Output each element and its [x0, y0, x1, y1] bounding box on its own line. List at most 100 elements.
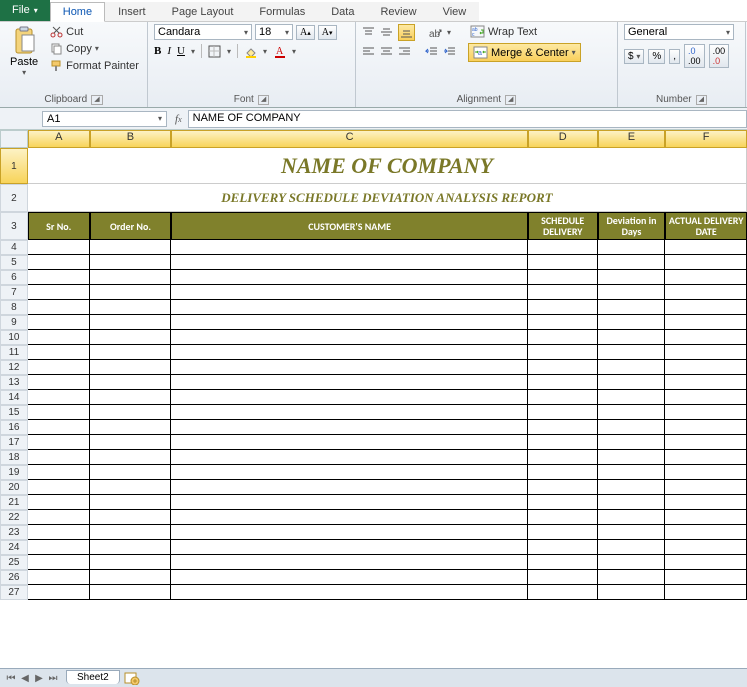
cell[interactable]: [171, 585, 528, 600]
row-header[interactable]: 20: [0, 480, 28, 495]
cell[interactable]: [90, 495, 172, 510]
cell[interactable]: [528, 480, 598, 495]
cell[interactable]: [528, 255, 598, 270]
cell[interactable]: [528, 540, 598, 555]
row-header[interactable]: 7: [0, 285, 28, 300]
col-header-F[interactable]: F: [665, 130, 747, 148]
cell[interactable]: [528, 390, 598, 405]
cell[interactable]: [90, 300, 172, 315]
cell[interactable]: [28, 360, 90, 375]
row-header[interactable]: 4: [0, 240, 28, 255]
dialog-launcher-icon[interactable]: ◢: [91, 95, 102, 105]
name-box[interactable]: A1▾: [42, 111, 167, 127]
cell[interactable]: [665, 345, 747, 360]
prev-sheet-button[interactable]: ◀: [18, 673, 32, 684]
cell[interactable]: [90, 555, 172, 570]
cell[interactable]: [28, 480, 90, 495]
cell[interactable]: [665, 510, 747, 525]
cell[interactable]: [90, 330, 172, 345]
cell[interactable]: [598, 390, 666, 405]
table-header[interactable]: Sr No.: [28, 212, 90, 240]
format-painter-button[interactable]: Format Painter: [48, 58, 141, 73]
tab-home[interactable]: Home: [50, 2, 105, 22]
cell[interactable]: [171, 360, 528, 375]
cell[interactable]: [90, 465, 172, 480]
row-header[interactable]: 8: [0, 300, 28, 315]
cell[interactable]: [90, 390, 172, 405]
cell[interactable]: [171, 555, 528, 570]
cell[interactable]: [665, 585, 747, 600]
decrease-decimal-button[interactable]: .00.0: [709, 44, 730, 68]
cell[interactable]: [90, 285, 172, 300]
align-left-icon[interactable]: [362, 45, 375, 58]
table-header[interactable]: Order No.: [90, 212, 172, 240]
decrease-indent-button[interactable]: [425, 45, 438, 58]
cell[interactable]: [528, 525, 598, 540]
cell[interactable]: [90, 405, 172, 420]
cell[interactable]: [528, 555, 598, 570]
bold-button[interactable]: B: [154, 45, 161, 57]
cell[interactable]: [665, 270, 747, 285]
col-header-D[interactable]: D: [528, 130, 598, 148]
table-header[interactable]: SCHEDULE DELIVERY: [528, 212, 598, 240]
col-header-E[interactable]: E: [598, 130, 666, 148]
cell[interactable]: [171, 285, 528, 300]
cell[interactable]: [28, 435, 90, 450]
align-right-icon[interactable]: [398, 45, 411, 58]
cell[interactable]: [598, 525, 666, 540]
cell[interactable]: [598, 540, 666, 555]
formula-input[interactable]: NAME OF COMPANY: [188, 110, 747, 128]
row-header[interactable]: 12: [0, 360, 28, 375]
cell[interactable]: [90, 315, 172, 330]
cell[interactable]: [528, 345, 598, 360]
cell[interactable]: [90, 570, 172, 585]
cell[interactable]: [598, 270, 666, 285]
cell[interactable]: [598, 510, 666, 525]
cell[interactable]: [665, 525, 747, 540]
cell[interactable]: [665, 240, 747, 255]
cell[interactable]: [598, 315, 666, 330]
cell[interactable]: [598, 435, 666, 450]
row-header[interactable]: 26: [0, 570, 28, 585]
table-header[interactable]: CUSTOMER'S NAME: [171, 212, 528, 240]
cell[interactable]: [528, 420, 598, 435]
tab-formulas[interactable]: Formulas: [246, 2, 318, 21]
cell[interactable]: [598, 300, 666, 315]
cell[interactable]: [598, 240, 666, 255]
paste-button[interactable]: Paste ▾: [6, 24, 42, 79]
row-header[interactable]: 22: [0, 510, 28, 525]
cell[interactable]: [598, 420, 666, 435]
dialog-launcher-icon[interactable]: ◢: [258, 95, 269, 105]
cell[interactable]: [28, 570, 90, 585]
cell[interactable]: [90, 435, 172, 450]
spreadsheet-grid[interactable]: A B C D E F 1 NAME OF COMPANY 2 DELIVERY…: [0, 130, 747, 668]
grow-font-button[interactable]: A▴: [296, 25, 315, 40]
row-header[interactable]: 25: [0, 555, 28, 570]
row-header[interactable]: 15: [0, 405, 28, 420]
cell[interactable]: [528, 510, 598, 525]
row-header[interactable]: 24: [0, 540, 28, 555]
font-size-combo[interactable]: 18▾: [255, 24, 293, 40]
cell[interactable]: [171, 525, 528, 540]
row-header[interactable]: 23: [0, 525, 28, 540]
borders-button[interactable]: [208, 45, 221, 58]
cell[interactable]: [665, 465, 747, 480]
cell[interactable]: [28, 315, 90, 330]
align-middle-icon[interactable]: [380, 26, 393, 39]
cell[interactable]: [528, 465, 598, 480]
cell[interactable]: [598, 555, 666, 570]
cell[interactable]: [171, 390, 528, 405]
row-header[interactable]: 5: [0, 255, 28, 270]
cell[interactable]: [598, 330, 666, 345]
row-header[interactable]: 3: [0, 212, 28, 240]
number-format-combo[interactable]: General▾: [624, 24, 734, 40]
increase-indent-button[interactable]: [443, 45, 456, 58]
cell[interactable]: [665, 555, 747, 570]
cell[interactable]: [528, 285, 598, 300]
cell[interactable]: [598, 465, 666, 480]
cell[interactable]: [598, 480, 666, 495]
cell[interactable]: [171, 315, 528, 330]
cell[interactable]: [171, 270, 528, 285]
cell[interactable]: [665, 540, 747, 555]
cell[interactable]: [665, 450, 747, 465]
